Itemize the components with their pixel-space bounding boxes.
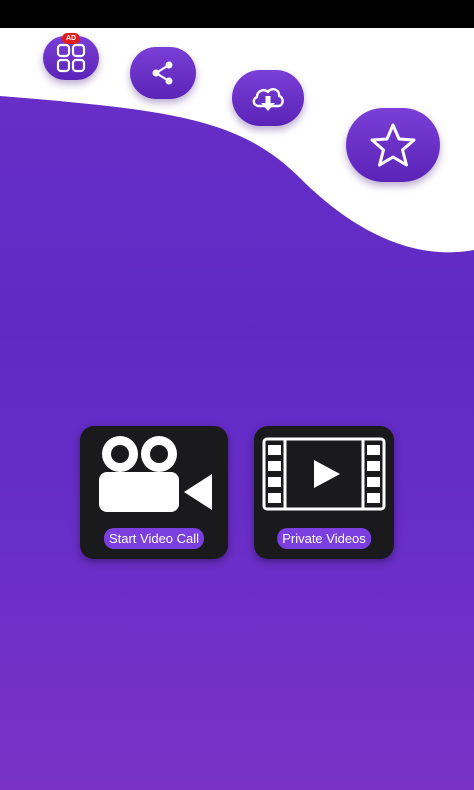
- download-button[interactable]: [232, 70, 304, 126]
- start-video-call-card[interactable]: Start Video Call: [80, 426, 228, 559]
- cloud-download-icon: [252, 88, 284, 111]
- status-bar: [0, 0, 474, 28]
- rate-button[interactable]: [346, 108, 440, 182]
- private-videos-label: Private Videos: [277, 528, 371, 549]
- video-camera-icon: [99, 436, 212, 512]
- private-videos-card[interactable]: Private Videos: [254, 426, 394, 559]
- star-icon: [370, 123, 416, 167]
- apps-grid-icon: [56, 43, 86, 73]
- film-play-icon: [262, 437, 386, 511]
- start-video-call-label: Start Video Call: [103, 528, 205, 549]
- share-button[interactable]: [130, 47, 196, 99]
- share-icon: [152, 61, 173, 85]
- ad-badge: AD: [61, 33, 81, 44]
- more-apps-button[interactable]: AD: [43, 33, 99, 80]
